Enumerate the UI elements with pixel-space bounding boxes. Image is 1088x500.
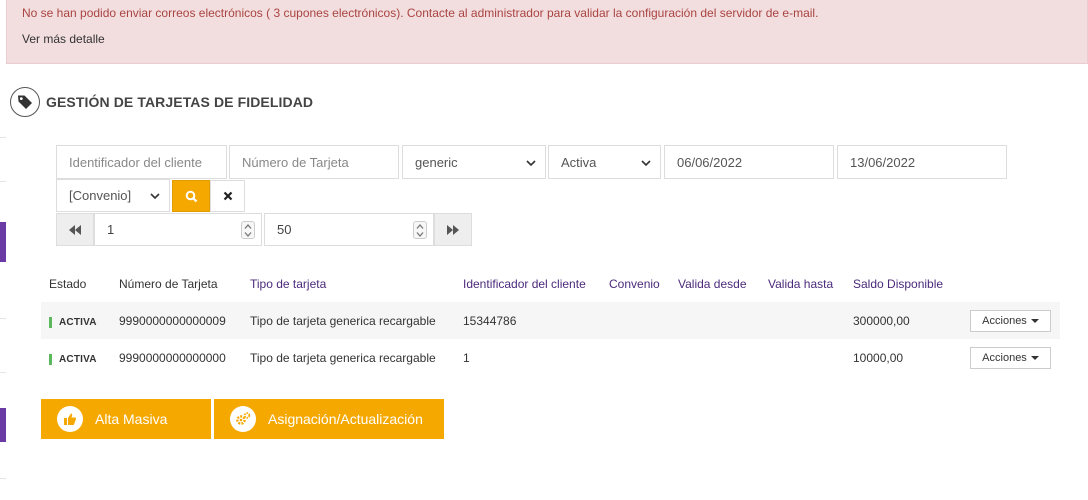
spin-down-icon (416, 231, 424, 237)
double-chevron-left-icon (69, 224, 81, 235)
table-header-row: Estado Número de Tarjeta Tipo de tarjeta… (41, 266, 1060, 302)
agreement-cell (601, 302, 670, 339)
email-error-alert: No se han podido enviar correos electrón… (6, 0, 1088, 64)
left-divider (0, 181, 6, 182)
assign-update-button[interactable]: Asignación/Actualización (214, 399, 444, 439)
page-size-input[interactable]: 50 (264, 213, 434, 246)
page-number-input[interactable]: 1 (94, 213, 262, 246)
column-header-actions (962, 266, 1060, 302)
alert-message: No se han podido enviar correos electrón… (22, 6, 819, 20)
page-title: GESTIÓN DE TARJETAS DE FIDELIDAD (46, 94, 314, 110)
gears-icon (230, 406, 256, 432)
page-number-value: 1 (107, 222, 115, 237)
column-header-balance[interactable]: Saldo Disponible (845, 266, 962, 302)
page-header: GESTIÓN DE TARJETAS DE FIDELIDAD (10, 86, 313, 118)
status-value: Activa (561, 154, 597, 170)
card-number-cell: 9990000000000000 (119, 350, 226, 365)
previous-page-button[interactable] (56, 213, 94, 246)
page-size-value: 50 (277, 222, 292, 237)
search-button[interactable] (172, 180, 210, 212)
actions-dropdown-button[interactable]: Acciones (970, 346, 1051, 369)
spin-down-icon (244, 231, 252, 237)
status-select[interactable]: Activa (548, 145, 661, 179)
card-type-value: generic (415, 154, 458, 170)
actions-label: Acciones (982, 314, 1027, 327)
spin-up-icon (244, 223, 252, 229)
valid-to-cell (760, 302, 845, 339)
card-number-cell: 9990000000000009 (111, 302, 242, 339)
cards-table: Estado Número de Tarjeta Tipo de tarjeta… (41, 266, 1060, 376)
column-header-valid-to[interactable]: Valida hasta (760, 266, 845, 302)
client-id-cell: 1 (463, 350, 470, 365)
actions-label: Acciones (982, 351, 1027, 364)
column-header-card-number[interactable]: Número de Tarjeta (111, 266, 242, 302)
left-divider (0, 372, 6, 373)
actions-cell: Acciones (962, 302, 1060, 339)
card-number-input[interactable] (229, 145, 399, 179)
caret-down-icon (1030, 355, 1039, 360)
balance-cell: 300000,00 (845, 302, 962, 339)
valid-from-cell (670, 339, 760, 376)
spin-up-icon (416, 223, 424, 229)
status-badge: ACTIVA (49, 353, 97, 365)
column-header-status[interactable]: Estado (41, 266, 111, 302)
status-cell: ACTIVA (41, 339, 111, 376)
table-row: ACTIVA 9990000000000000 Tipo de tarjeta … (41, 339, 1060, 376)
table-row: ACTIVA 9990000000000009 Tipo de tarjeta … (41, 302, 1060, 339)
bulk-add-button[interactable]: Alta Masiva (41, 399, 211, 439)
tag-icon (10, 87, 40, 117)
left-divider (0, 137, 6, 138)
assign-update-label: Asignación/Actualización (268, 411, 423, 427)
card-type-select[interactable]: generic (402, 145, 546, 179)
valid-to-cell (760, 339, 845, 376)
date-to-input[interactable] (837, 145, 1007, 179)
status-cell: ACTIVA (41, 302, 111, 339)
double-chevron-right-icon (447, 224, 459, 235)
card-type-cell: Tipo de tarjeta generica recargable (242, 302, 455, 339)
search-icon (185, 190, 197, 202)
client-id-cell: 15344786 (455, 302, 601, 339)
bulk-add-label: Alta Masiva (95, 411, 168, 427)
chevron-down-icon (526, 160, 536, 167)
page-number-spinner[interactable] (241, 221, 255, 239)
page-size-spinner[interactable] (413, 221, 427, 239)
balance-cell: 10000,00 (853, 350, 904, 365)
chevron-down-icon (150, 193, 160, 200)
column-header-client-id[interactable]: Identificador del cliente (455, 266, 601, 302)
left-divider (0, 478, 6, 479)
status-badge: ACTIVA (49, 316, 97, 328)
clear-filters-button[interactable] (210, 180, 245, 212)
chevron-down-icon (641, 160, 651, 167)
see-more-detail-link[interactable]: Ver más detalle (22, 32, 105, 46)
left-accent-bar (0, 222, 6, 262)
column-header-card-type[interactable]: Tipo de tarjeta (242, 266, 455, 302)
date-from-input[interactable] (664, 145, 834, 179)
actions-dropdown-button[interactable]: Acciones (970, 309, 1051, 332)
close-icon (223, 191, 232, 201)
column-header-valid-from[interactable]: Valida desde (670, 266, 760, 302)
agreement-cell (601, 339, 670, 376)
left-divider (0, 318, 6, 319)
column-header-agreement[interactable]: Convenio (601, 266, 670, 302)
next-page-button[interactable] (434, 213, 472, 246)
thumbs-up-icon (57, 406, 83, 432)
client-id-input[interactable] (56, 145, 227, 179)
actions-cell: Acciones (962, 339, 1060, 376)
agreement-select[interactable]: [Convenio] (56, 179, 170, 212)
caret-down-icon (1030, 318, 1039, 323)
valid-from-cell (670, 302, 760, 339)
left-accent-bar (0, 408, 6, 442)
card-type-cell: Tipo de tarjeta generica recargable (250, 350, 436, 365)
agreement-value: [Convenio] (69, 188, 132, 203)
